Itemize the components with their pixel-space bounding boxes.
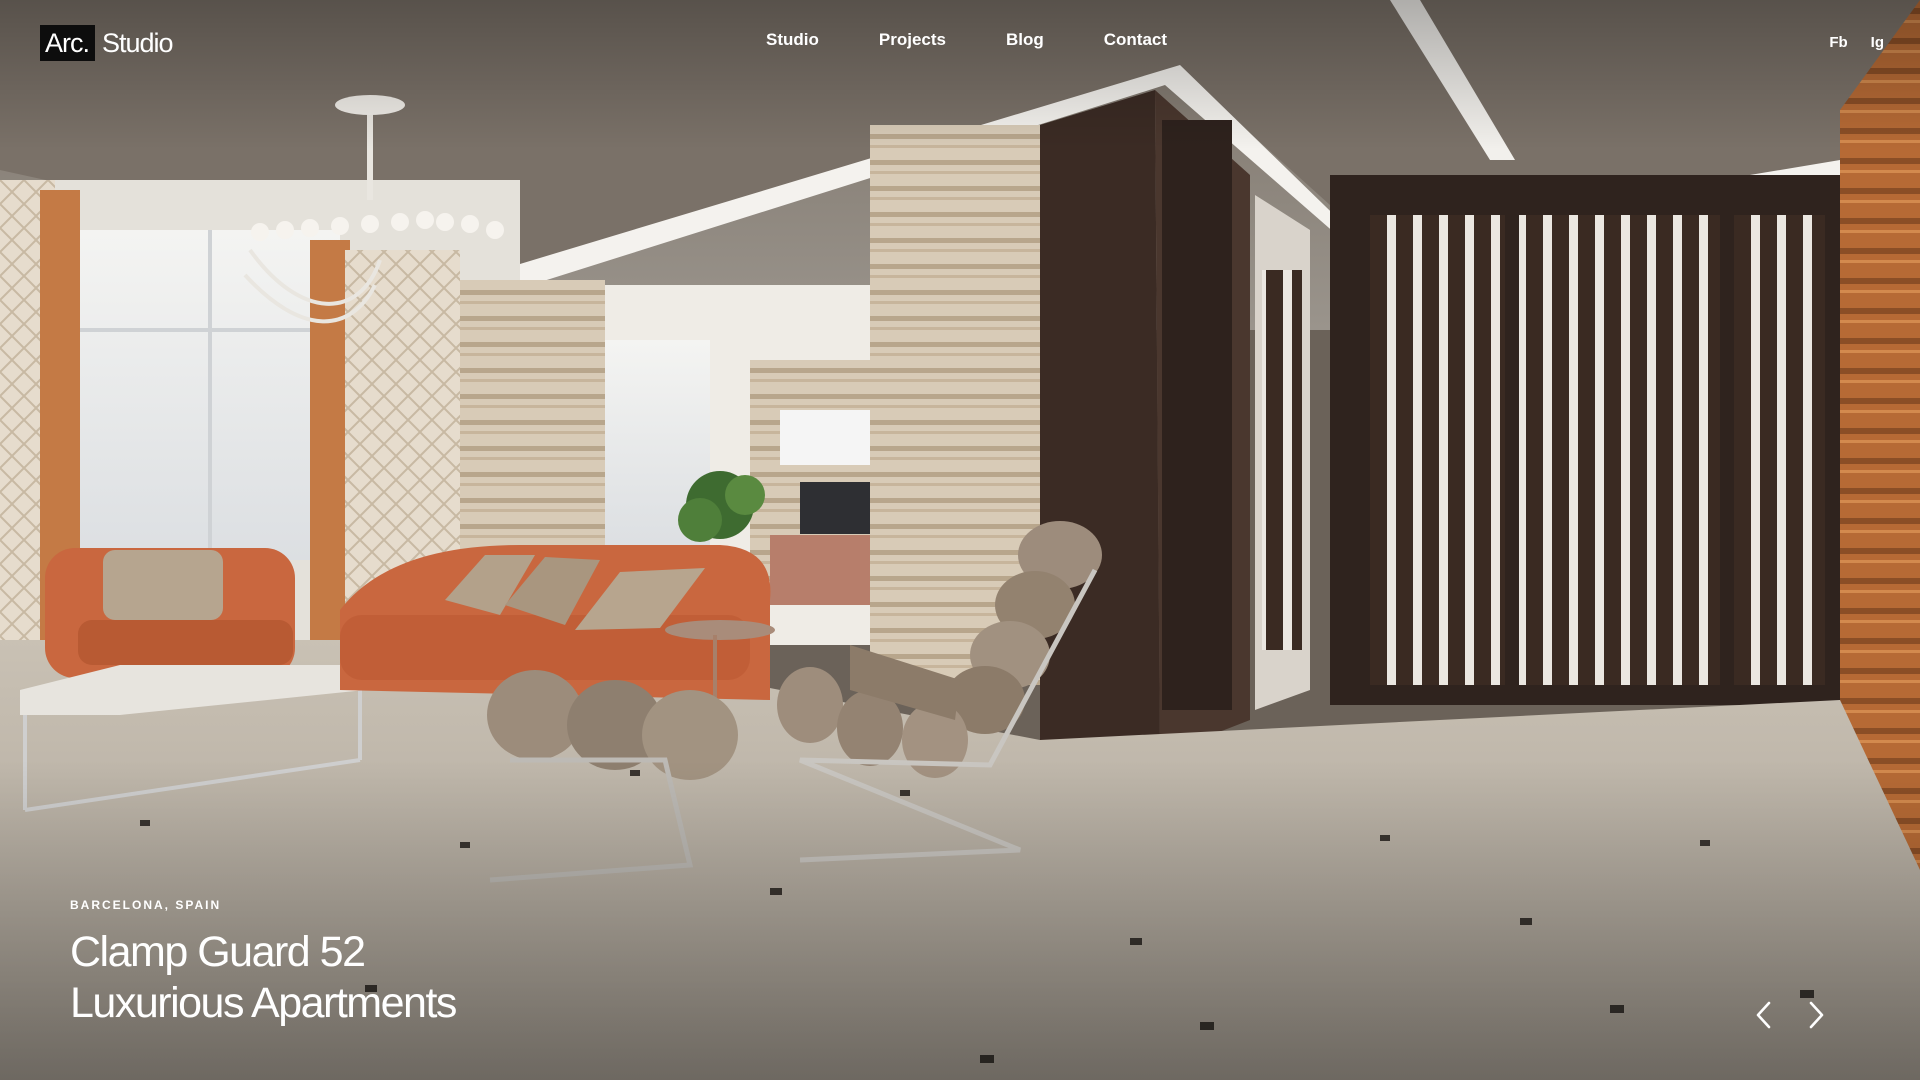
slide-caption: BARCELONA, SPAIN Clamp Guard 52 Luxuriou… — [70, 898, 457, 1029]
prev-slide-button[interactable] — [1747, 998, 1781, 1032]
project-location: BARCELONA, SPAIN — [70, 898, 222, 912]
nav-item-contact[interactable]: Contact — [1104, 29, 1167, 51]
project-title-line-2: Luxurious Apartments — [70, 979, 457, 1027]
project-title-line-1: Clamp Guard 52 — [70, 928, 366, 976]
social-link-instagram[interactable]: Ig — [1871, 34, 1884, 51]
social-links: Fb Ig — [1806, 34, 1884, 51]
chevron-right-icon — [1809, 1001, 1824, 1029]
social-link-facebook[interactable]: Fb — [1829, 34, 1847, 51]
logo[interactable]: Arc. Studio — [40, 25, 174, 61]
main-nav: Studio Projects Blog Contact — [766, 29, 1167, 51]
nav-item-blog[interactable]: Blog — [1006, 29, 1044, 51]
project-title: Clamp Guard 52 Luxurious Apartments — [70, 927, 457, 1029]
nav-item-projects[interactable]: Projects — [879, 29, 946, 51]
chevron-left-icon — [1756, 1001, 1771, 1029]
nav-item-studio[interactable]: Studio — [766, 29, 819, 51]
logo-text: Studio — [102, 27, 174, 58]
logo-mark: Arc. — [40, 25, 96, 61]
next-slide-button[interactable] — [1799, 998, 1833, 1032]
